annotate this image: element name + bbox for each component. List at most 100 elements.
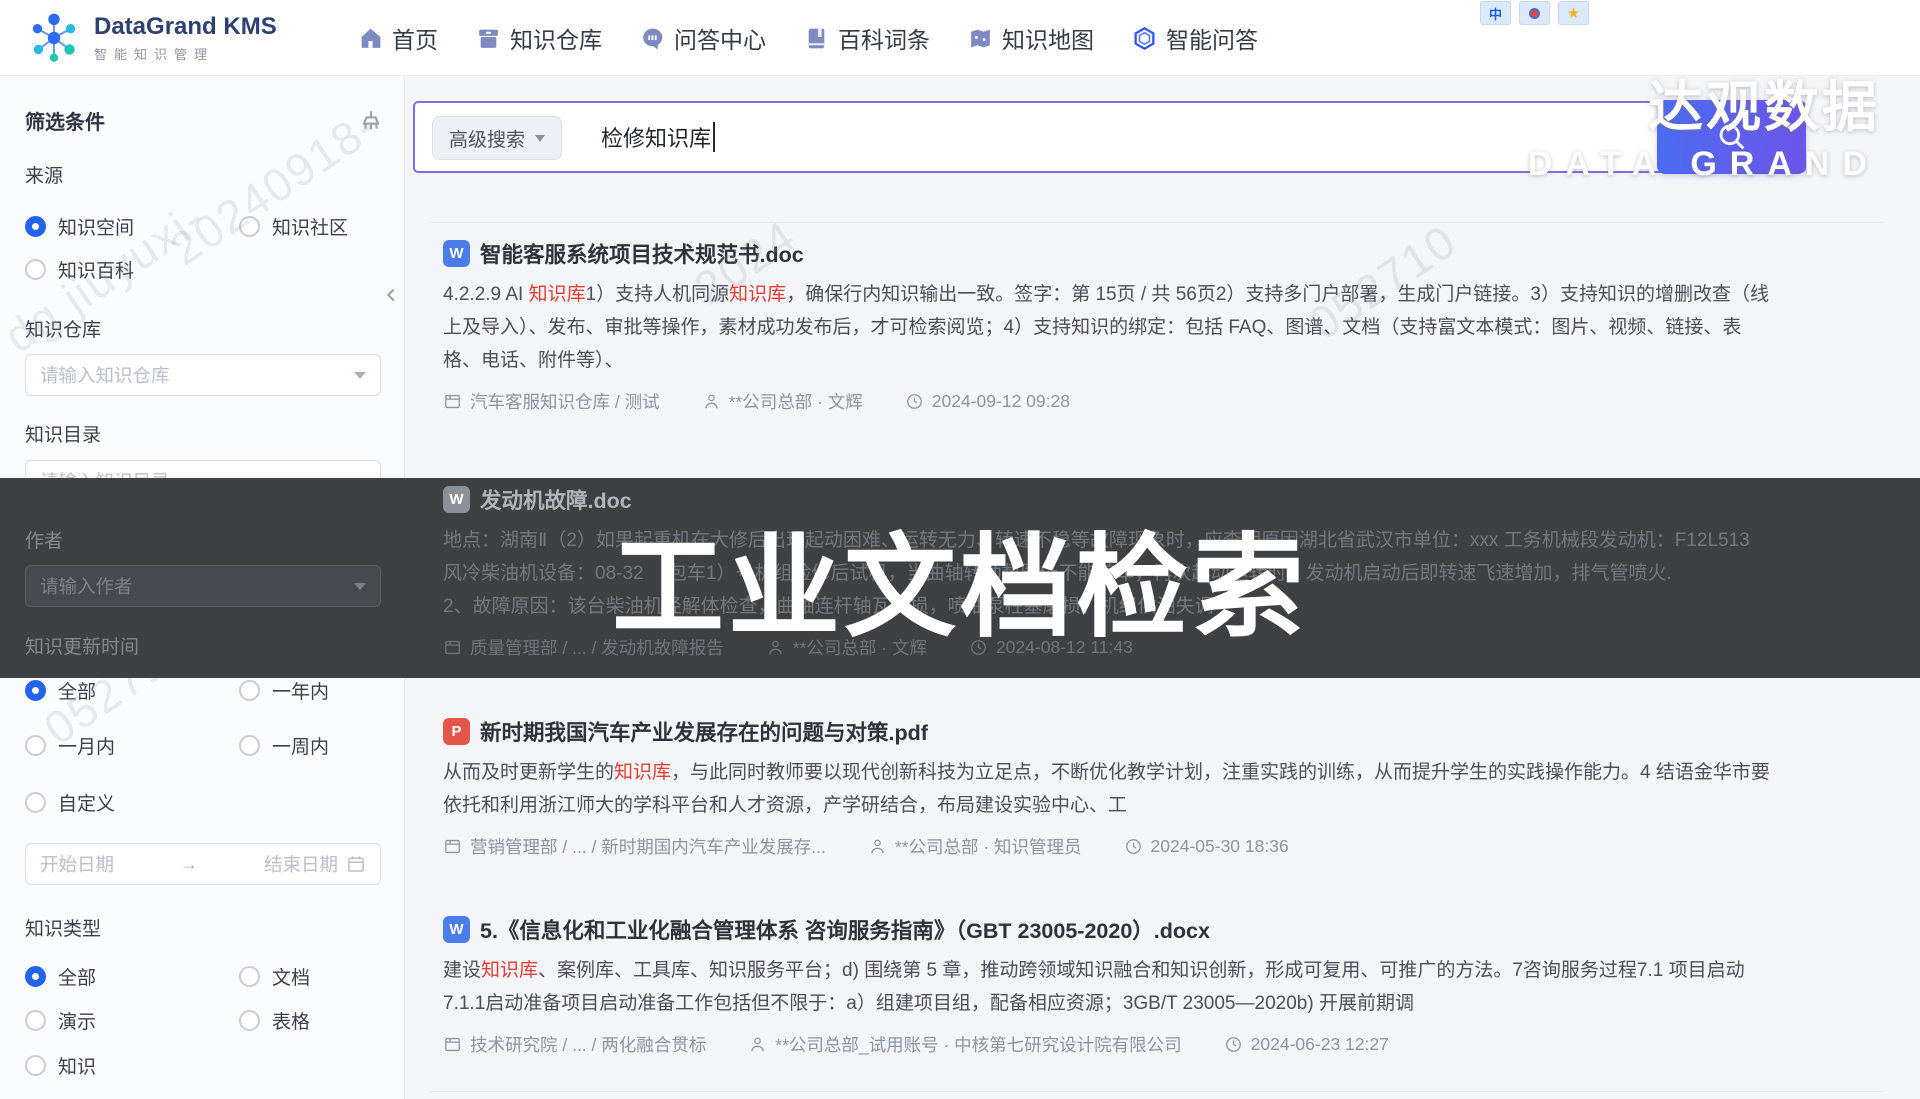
chevron-left-icon bbox=[380, 284, 402, 306]
search-button[interactable] bbox=[1657, 100, 1806, 174]
result-snippet: 地点：湖南Ⅱ（2）如果起重机在大修后出现起动困难、运转无力、转速不稳等故障现象时… bbox=[443, 524, 1883, 623]
folder-icon bbox=[443, 392, 462, 411]
result-author: **公司总部 · 知识管理员 bbox=[868, 834, 1082, 859]
result-author: **公司总部 · 文辉 bbox=[702, 389, 863, 414]
repo-select[interactable]: 请输入知识仓库 bbox=[25, 354, 381, 396]
result-time: 2024-08-12 11:43 bbox=[969, 637, 1133, 658]
author-label: 作者 bbox=[25, 526, 63, 553]
archive-box-icon bbox=[476, 26, 501, 51]
radio-dot bbox=[25, 792, 46, 813]
nav-label: 百科词条 bbox=[838, 21, 930, 55]
calendar-icon bbox=[346, 854, 366, 874]
nav-label: 首页 bbox=[392, 21, 438, 55]
advanced-search-dropdown[interactable]: 高级搜索 bbox=[432, 116, 562, 160]
home-icon bbox=[358, 26, 383, 51]
date-range-input[interactable]: 开始日期 → 结束日期 bbox=[25, 843, 381, 885]
search-result-item: W 智能客服系统项目技术规范书.doc 4.2.2.9 AI 知识库1）支持人机… bbox=[443, 238, 1883, 414]
search-result-item: P 新时期我国汽车产业发展存在的问题与对策.pdf 从而及时更新学生的知识库，与… bbox=[443, 716, 1883, 859]
result-title-row: P 新时期我国汽车产业发展存在的问题与对策.pdf bbox=[443, 716, 1883, 746]
radio-type-presentation[interactable]: 演示 bbox=[25, 1007, 239, 1034]
result-meta: 汽车客服知识仓库 / 测试 **公司总部 · 文辉 2024-09-12 09:… bbox=[443, 389, 1883, 414]
radio-knowledge-community[interactable]: 知识社区 bbox=[239, 213, 348, 240]
result-snippet: 4.2.2.9 AI 知识库1）支持人机同源知识库，确保行内知识输出一致。签字：… bbox=[443, 278, 1883, 377]
result-meta: 营销管理部 / ... / 新时期国内汽车产业发展存... **公司总部 · 知… bbox=[443, 834, 1883, 859]
clock-icon bbox=[1124, 837, 1143, 856]
radio-type-knowledge[interactable]: 知识 bbox=[25, 1052, 239, 1079]
file-type-icon: W bbox=[443, 916, 470, 943]
nav-item-knowledge-map[interactable]: 知识地图 bbox=[968, 21, 1094, 55]
nav-label: 智能问答 bbox=[1166, 21, 1258, 55]
radio-type-sheet[interactable]: 表格 bbox=[239, 1007, 310, 1034]
map-icon bbox=[968, 26, 993, 51]
result-title-row: W 5.《信息化和工业化融合管理体系 咨询服务指南》（GBT 23005-202… bbox=[443, 914, 1883, 944]
result-title-link[interactable]: 新时期我国汽车产业发展存在的问题与对策.pdf bbox=[480, 716, 928, 747]
result-time: 2024-05-30 18:36 bbox=[1124, 836, 1289, 857]
language-badge[interactable]: 中 bbox=[1480, 1, 1511, 25]
type-label: 知识类型 bbox=[25, 914, 101, 941]
radio-dot bbox=[239, 680, 260, 701]
result-title-link[interactable]: 发动机故障.doc bbox=[480, 484, 632, 515]
star-icon[interactable]: ★ bbox=[1558, 1, 1589, 25]
clear-filters-button[interactable] bbox=[356, 108, 386, 138]
text-cursor bbox=[713, 122, 715, 152]
result-author: **公司总部 · 文辉 bbox=[766, 635, 927, 660]
radio-time-custom[interactable]: 自定义 bbox=[25, 789, 239, 816]
clock-icon bbox=[969, 638, 988, 657]
radio-dot bbox=[25, 1010, 46, 1031]
folder-icon bbox=[443, 1035, 462, 1054]
result-title-link[interactable]: 智能客服系统项目技术规范书.doc bbox=[480, 238, 804, 269]
chevron-down-icon bbox=[354, 583, 366, 590]
brand-logo[interactable]: DataGrand KMS 智能知识管理 bbox=[26, 10, 277, 66]
radio-type-all[interactable]: 全部 bbox=[25, 963, 239, 990]
brand-name: DataGrand KMS bbox=[94, 14, 277, 40]
result-path[interactable]: 营销管理部 / ... / 新时期国内汽车产业发展存... bbox=[443, 834, 826, 859]
arrow-right: → bbox=[122, 854, 256, 875]
result-path[interactable]: 技术研究院 / ... / 两化融合贯标 bbox=[443, 1032, 706, 1057]
nav-label: 知识地图 bbox=[1002, 21, 1094, 55]
radio-knowledge-wiki[interactable]: 知识百科 bbox=[25, 256, 239, 283]
filter-sidebar: 筛选条件 来源 知识空间 知识社区 知识百科 知识仓库 请输入知识仓库 知识目录… bbox=[0, 76, 405, 1099]
repo-label: 知识仓库 bbox=[25, 315, 101, 342]
radio-dot bbox=[239, 966, 260, 987]
result-path[interactable]: 汽车客服知识仓库 / 测试 bbox=[443, 389, 660, 414]
red-dot-icon bbox=[1529, 8, 1540, 19]
radio-time-month[interactable]: 一月内 bbox=[25, 732, 239, 759]
search-result-item: W 5.《信息化和工业化融合管理体系 咨询服务指南》（GBT 23005-202… bbox=[443, 914, 1883, 1057]
clock-icon bbox=[1224, 1035, 1243, 1054]
nav-label: 问答中心 bbox=[674, 21, 766, 55]
search-input[interactable]: 检修知识库 bbox=[601, 103, 715, 171]
radio-dot bbox=[25, 1055, 46, 1076]
result-title-link[interactable]: 5.《信息化和工业化融合管理体系 咨询服务指南》（GBT 23005-2020）… bbox=[480, 914, 1210, 945]
extension-icon[interactable] bbox=[1519, 1, 1550, 25]
result-snippet: 从而及时更新学生的知识库，与此同时教师要以现代创新科技为立足点，不断优化教学计划… bbox=[443, 756, 1883, 822]
chat-bubble-icon bbox=[640, 26, 665, 51]
radio-dot bbox=[25, 259, 46, 280]
sidebar-collapse-button[interactable] bbox=[380, 284, 402, 308]
radio-dot bbox=[25, 216, 46, 237]
nav-item-wiki[interactable]: 百科词条 bbox=[804, 21, 930, 55]
file-type-icon: P bbox=[443, 718, 470, 745]
radio-time-week[interactable]: 一周内 bbox=[239, 732, 329, 759]
radio-time-year[interactable]: 一年内 bbox=[239, 677, 329, 704]
author-select[interactable]: 请输入作者 bbox=[25, 565, 381, 607]
person-icon bbox=[702, 392, 721, 411]
radio-dot bbox=[239, 1010, 260, 1031]
radio-time-all[interactable]: 全部 bbox=[25, 677, 239, 704]
result-path[interactable]: 质量管理部 / ... / 发动机故障报告 bbox=[443, 635, 724, 660]
person-icon bbox=[868, 837, 887, 856]
radio-knowledge-space[interactable]: 知识空间 bbox=[25, 213, 239, 240]
app-window: dg jiuyuxi-20240918-0527102024052710 Dat… bbox=[0, 0, 1920, 1099]
result-author: **公司总部_试用账号 · 中核第七研究设计院有限公司 bbox=[748, 1032, 1181, 1057]
nav-item-home[interactable]: 首页 bbox=[358, 21, 438, 55]
nav-item-knowledge-repo[interactable]: 知识仓库 bbox=[476, 21, 602, 55]
result-time: 2024-09-12 09:28 bbox=[905, 391, 1070, 412]
file-type-icon: W bbox=[443, 240, 470, 267]
nav-item-smart-qa[interactable]: 智能问答 bbox=[1132, 21, 1258, 55]
radio-dot bbox=[25, 680, 46, 701]
source-label: 来源 bbox=[25, 161, 63, 188]
book-icon bbox=[804, 26, 829, 51]
radio-type-document[interactable]: 文档 bbox=[239, 963, 310, 990]
search-icon bbox=[1715, 120, 1749, 154]
brand-text: DataGrand KMS 智能知识管理 bbox=[94, 14, 277, 63]
nav-item-qa-center[interactable]: 问答中心 bbox=[640, 21, 766, 55]
